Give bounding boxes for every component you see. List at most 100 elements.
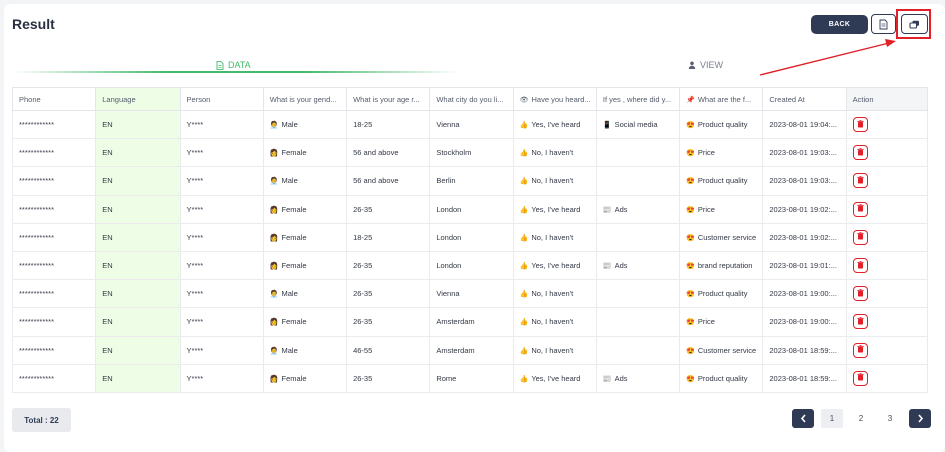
cell-gender-text: Female <box>281 373 307 383</box>
cell-feature-text: Customer service <box>697 345 757 355</box>
cell-age: 26-35 <box>346 250 431 281</box>
delete-button[interactable] <box>852 229 868 245</box>
cell-age: 26-35 <box>346 279 431 309</box>
delete-button[interactable] <box>852 258 868 274</box>
woman-icon: 👩 <box>269 375 279 383</box>
cell-created: 2023-08-01 19:00:... <box>762 279 847 309</box>
column-header-phone[interactable]: Phone <box>11 87 97 111</box>
export-document-button[interactable] <box>871 14 896 34</box>
page-1-button[interactable]: 1 <box>821 409 843 428</box>
thumb-icon: 👍 <box>519 347 529 355</box>
delete-button[interactable] <box>852 342 868 358</box>
delete-button[interactable] <box>852 286 868 302</box>
cell-person: Y**** <box>179 250 264 281</box>
delete-button[interactable] <box>852 145 868 161</box>
table-row[interactable]: ************ EN Y**** 👩 Female 26-35 London 👍 Ye… <box>11 250 929 281</box>
delete-button[interactable] <box>852 117 868 133</box>
cell-heard: 👍 Yes, I've heard <box>512 363 597 393</box>
cell-where: 📰 Ads <box>595 250 681 281</box>
active-tab-indicator <box>12 71 459 73</box>
cell-feature-text: Product quality <box>697 289 748 299</box>
thumb-icon: 👍 <box>519 375 529 383</box>
cell-city: Vienna <box>429 109 514 140</box>
phone-icon: 📱 <box>602 122 612 130</box>
delete-button[interactable] <box>852 314 868 330</box>
column-header-feature[interactable]: 📌 What are the f... <box>679 87 764 111</box>
previous-page-button[interactable] <box>792 409 814 428</box>
cell-feature-text: brand reputation <box>697 261 753 271</box>
table-row[interactable]: ************ EN Y**** 👩 Female 26-35 London 👍 Ye… <box>11 194 929 224</box>
column-header-where[interactable]: If yes , where did y... <box>595 87 681 111</box>
cell-person: Y**** <box>179 363 264 393</box>
cell-feature-text: Price <box>697 148 715 158</box>
cell-feature: 😍 Customer service <box>679 335 764 365</box>
page-2-button[interactable]: 2 <box>850 409 872 428</box>
billboard-icon: 📰 <box>602 263 612 271</box>
cell-action <box>845 279 929 309</box>
cell-gender: 👩 Female <box>262 250 348 281</box>
cell-heard-text: Yes, I've heard <box>531 261 581 271</box>
cell-phone: ************ <box>11 250 97 281</box>
cell-city: London <box>429 222 514 252</box>
woman-icon: 👩 <box>269 263 279 271</box>
column-header-language[interactable]: Language <box>95 87 181 111</box>
cell-gender: 👩 Female <box>262 307 348 337</box>
cell-gender-text: Male <box>281 289 298 299</box>
trash-icon <box>856 176 864 186</box>
thumb-icon: 👍 <box>519 234 529 242</box>
cell-where <box>595 138 681 168</box>
table-body: ************ EN Y**** 🧑‍💼 Male 18-25 Vienna 👍 Ye… <box>11 109 929 393</box>
table-row[interactable]: ************ EN Y**** 🧑‍💼 Male 56 and above Be… <box>11 166 929 196</box>
cell-gender-text: Male <box>281 345 298 355</box>
table-row[interactable]: ************ EN Y**** 🧑‍💼 Male 26-35 Vienna 👍 No… <box>11 279 929 309</box>
cell-created: 2023-08-01 19:02:... <box>762 222 847 252</box>
page-3-button[interactable]: 3 <box>879 409 901 428</box>
cell-heard: 👍 No, I haven't <box>512 166 597 196</box>
cell-person: Y**** <box>179 166 264 196</box>
cell-language: EN <box>95 194 181 224</box>
thumb-icon: 👍 <box>519 291 529 299</box>
table-row[interactable]: ************ EN Y**** 👩 Female 26-35 Rome 👍 Yes,… <box>11 363 929 393</box>
cell-heard-text: No, I haven't <box>531 148 574 158</box>
thumb-icon: 👍 <box>519 319 529 327</box>
table-row[interactable]: ************ EN Y**** 🧑‍💼 Male 46-55 Amsterdam… <box>11 335 929 365</box>
thumb-icon: 👍 <box>519 206 529 214</box>
cell-age: 46-55 <box>346 335 431 365</box>
woman-icon: 👩 <box>269 234 279 242</box>
cell-age: 26-35 <box>346 307 431 337</box>
cell-where-text: Ads <box>614 261 628 271</box>
cell-heard-text: Yes, I've heard <box>531 373 581 383</box>
delete-button[interactable] <box>852 173 868 189</box>
table-row[interactable]: ************ EN Y**** 👩 Female 18-25 London 👍 No… <box>11 222 929 252</box>
next-page-button[interactable] <box>909 409 931 428</box>
table-row[interactable]: ************ EN Y**** 👩 Female 56 and above St… <box>11 138 929 168</box>
column-header-created[interactable]: Created At <box>762 87 847 111</box>
cell-city: London <box>429 250 514 281</box>
billboard-icon: 📰 <box>602 206 612 214</box>
cell-feature: 😍 brand reputation <box>679 250 764 281</box>
cell-gender: 🧑‍💼 Male <box>262 279 348 309</box>
copy-button[interactable] <box>901 14 928 34</box>
cell-heard-text: Yes, I've heard <box>531 204 581 214</box>
back-button[interactable]: BACK <box>811 15 868 34</box>
table-row[interactable]: ************ EN Y**** 👩 Female 26-35 Amsterdam… <box>11 307 929 337</box>
column-header-person[interactable]: Person <box>179 87 264 111</box>
delete-button[interactable] <box>852 370 868 386</box>
cell-city: London <box>429 194 514 224</box>
delete-button[interactable] <box>852 201 868 217</box>
cell-person: Y**** <box>179 138 264 168</box>
cell-feature: 😍 Price <box>679 307 764 337</box>
column-header-gender[interactable]: What is your gend... <box>262 87 348 111</box>
column-header-age[interactable]: What is your age r... <box>346 87 431 111</box>
cell-heard-text: No, I haven't <box>531 232 574 242</box>
column-header-city[interactable]: What city do you li... <box>429 87 514 111</box>
thumb-icon: 👍 <box>519 178 529 186</box>
table-header-row: Phone Language Person What is your gend.… <box>11 87 929 111</box>
cell-feature-text: Price <box>697 317 715 327</box>
cell-action <box>845 335 929 365</box>
table-row[interactable]: ************ EN Y**** 🧑‍💼 Male 18-25 Vienna 👍 Ye… <box>11 109 929 140</box>
tab-view[interactable]: VIEW <box>688 56 723 74</box>
column-header-heard[interactable]: 👁 Have you heard... <box>512 87 597 111</box>
cell-person: Y**** <box>179 222 264 252</box>
cell-language: EN <box>95 335 181 365</box>
